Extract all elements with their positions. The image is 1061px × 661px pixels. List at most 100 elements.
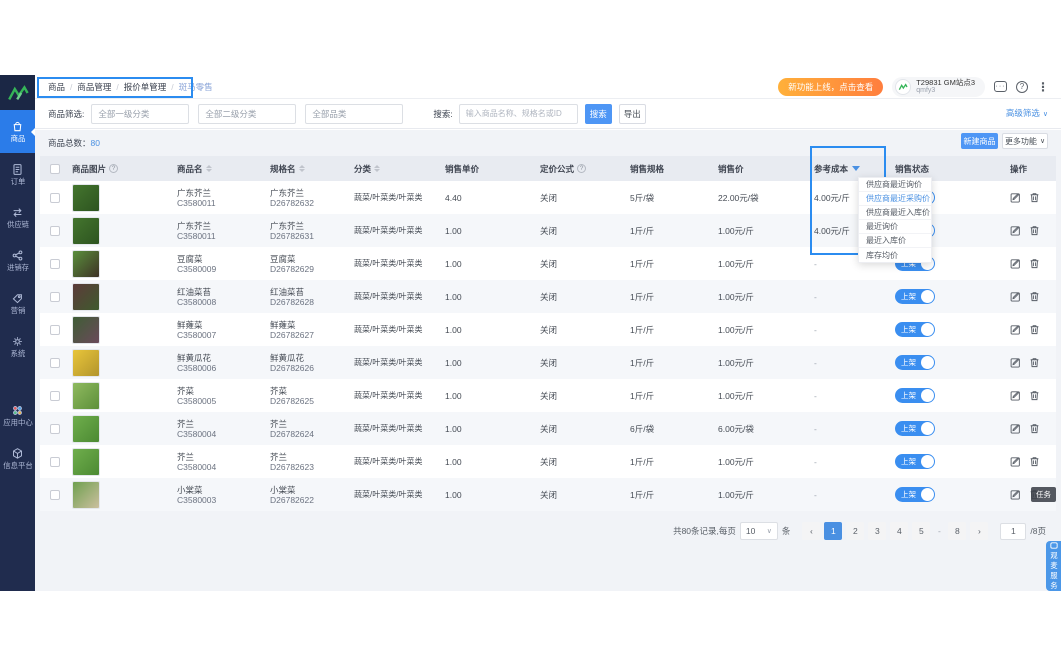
trash-icon[interactable] bbox=[1029, 390, 1040, 401]
sort-arrows-icon[interactable] bbox=[299, 165, 305, 172]
dropdown-item[interactable]: 供应商最近入库价 bbox=[859, 206, 931, 220]
product-image[interactable] bbox=[72, 481, 100, 509]
trash-icon[interactable] bbox=[1029, 192, 1040, 203]
status-toggle[interactable]: 上架 bbox=[895, 487, 935, 502]
prev-page-button[interactable]: ‹ bbox=[802, 522, 820, 540]
product-image[interactable] bbox=[72, 250, 100, 278]
breadcrumb-item[interactable]: 商品管理 bbox=[77, 81, 111, 93]
row-checkbox[interactable] bbox=[50, 490, 60, 500]
dropdown-item[interactable]: 最近入库价 bbox=[859, 234, 931, 248]
advanced-filter-link[interactable]: 高级筛选∨ bbox=[1006, 107, 1048, 119]
status-toggle[interactable]: 上架 bbox=[895, 421, 935, 436]
app-logo[interactable] bbox=[0, 75, 35, 110]
row-checkbox[interactable] bbox=[50, 226, 60, 236]
sidebar-item-goods[interactable]: 商品 bbox=[0, 110, 35, 153]
breadcrumb-item[interactable]: 商品 bbox=[48, 81, 65, 93]
triangle-down-icon[interactable] bbox=[852, 166, 860, 171]
sidebar-item-inventory[interactable]: 进销存 bbox=[0, 239, 35, 282]
edit-icon[interactable] bbox=[1010, 456, 1021, 467]
account-menu[interactable]: T29831 GM站点3 qmfy3 bbox=[892, 77, 985, 97]
edit-icon[interactable] bbox=[1010, 192, 1021, 203]
trash-icon[interactable] bbox=[1029, 225, 1040, 236]
trash-icon[interactable] bbox=[1029, 357, 1040, 368]
spec-name: 广东芥兰 bbox=[270, 221, 304, 231]
edit-icon[interactable] bbox=[1010, 357, 1021, 368]
page-size-select[interactable]: 10∨ bbox=[740, 522, 778, 540]
category-level1-select[interactable]: 全部一级分类 bbox=[91, 104, 189, 124]
row-checkbox[interactable] bbox=[50, 325, 60, 335]
edit-icon[interactable] bbox=[1010, 324, 1021, 335]
product-image[interactable] bbox=[72, 349, 100, 377]
product-image[interactable] bbox=[72, 448, 100, 476]
trash-icon[interactable] bbox=[1029, 456, 1040, 467]
category-select[interactable]: 全部品类 bbox=[305, 104, 403, 124]
task-tag[interactable]: 任务 bbox=[1031, 487, 1056, 502]
edit-icon[interactable] bbox=[1010, 258, 1021, 269]
spec-code: D26782622 bbox=[270, 495, 314, 505]
page-button[interactable]: 5 bbox=[912, 522, 930, 540]
question-circle-icon[interactable]: ? bbox=[109, 164, 118, 173]
edit-icon[interactable] bbox=[1010, 291, 1021, 302]
edit-icon[interactable] bbox=[1010, 390, 1021, 401]
kebab-menu-icon[interactable]: ⋮ bbox=[1037, 80, 1049, 94]
sidebar-item-system[interactable]: 系统 bbox=[0, 325, 35, 368]
search-input[interactable] bbox=[459, 104, 578, 124]
trash-icon[interactable] bbox=[1029, 291, 1040, 302]
new-feature-badge[interactable]: 新功能上线，点击查看 bbox=[778, 78, 883, 96]
row-checkbox[interactable] bbox=[50, 193, 60, 203]
status-toggle[interactable]: 上架 bbox=[895, 289, 935, 304]
help-icon[interactable]: ? bbox=[1016, 81, 1028, 93]
row-checkbox[interactable] bbox=[50, 457, 60, 467]
page-button[interactable]: 1 bbox=[824, 522, 842, 540]
select-all-checkbox[interactable] bbox=[50, 164, 60, 174]
product-image[interactable] bbox=[72, 415, 100, 443]
breadcrumb-item[interactable]: 斑马零售 bbox=[179, 81, 213, 93]
question-circle-icon[interactable]: ? bbox=[577, 164, 586, 173]
dropdown-item[interactable]: 最近询价 bbox=[859, 220, 931, 234]
edit-icon[interactable] bbox=[1010, 225, 1021, 236]
product-image[interactable] bbox=[72, 217, 100, 245]
product-image[interactable] bbox=[72, 283, 100, 311]
breadcrumb-item[interactable]: 报价单管理 bbox=[124, 81, 167, 93]
sidebar-item-supply-chain[interactable]: 供应链 bbox=[0, 196, 35, 239]
edit-icon[interactable] bbox=[1010, 423, 1021, 434]
row-checkbox[interactable] bbox=[50, 292, 60, 302]
row-checkbox[interactable] bbox=[50, 424, 60, 434]
product-image[interactable] bbox=[72, 316, 100, 344]
status-toggle[interactable]: 上架 bbox=[895, 454, 935, 469]
status-toggle[interactable]: 上架 bbox=[895, 322, 935, 337]
service-tab[interactable]: 观麦服务 bbox=[1046, 541, 1061, 591]
row-checkbox[interactable] bbox=[50, 391, 60, 401]
sidebar-item-info-platform[interactable]: 信息平台 bbox=[0, 437, 35, 480]
status-toggle[interactable]: 上架 bbox=[895, 388, 935, 403]
trash-icon[interactable] bbox=[1029, 258, 1040, 269]
sort-arrows-icon[interactable] bbox=[206, 165, 212, 172]
dropdown-item[interactable]: 库存均价 bbox=[859, 248, 931, 262]
more-functions-button[interactable]: 更多功能∨ bbox=[1002, 133, 1048, 149]
search-button[interactable]: 搜索 bbox=[585, 104, 612, 124]
edit-icon[interactable] bbox=[1010, 489, 1021, 500]
product-image[interactable] bbox=[72, 382, 100, 410]
sidebar-item-marketing[interactable]: 营销 bbox=[0, 282, 35, 325]
product-image[interactable] bbox=[72, 184, 100, 212]
dropdown-item[interactable]: 供应商最近询价 bbox=[859, 178, 931, 192]
page-button[interactable]: 2 bbox=[846, 522, 864, 540]
page-jump-input[interactable] bbox=[1000, 523, 1026, 540]
status-toggle[interactable]: 上架 bbox=[895, 355, 935, 370]
row-checkbox[interactable] bbox=[50, 358, 60, 368]
sort-arrows-icon[interactable] bbox=[374, 165, 380, 172]
page-button[interactable]: 3 bbox=[868, 522, 886, 540]
trash-icon[interactable] bbox=[1029, 324, 1040, 335]
row-checkbox[interactable] bbox=[50, 259, 60, 269]
export-button[interactable]: 导出 bbox=[619, 104, 646, 124]
dropdown-item[interactable]: 供应商最近采购价 bbox=[859, 192, 931, 206]
page-button[interactable]: 4 bbox=[890, 522, 908, 540]
category-level2-select[interactable]: 全部二级分类 bbox=[198, 104, 296, 124]
sidebar-item-orders[interactable]: 订单 bbox=[0, 153, 35, 196]
sidebar-item-app-center[interactable]: 应用中心 bbox=[0, 394, 35, 437]
feedback-icon[interactable]: ··· bbox=[994, 81, 1007, 92]
page-button[interactable]: 8 bbox=[948, 522, 966, 540]
next-page-button[interactable]: › bbox=[970, 522, 988, 540]
create-product-button[interactable]: 新建商品 bbox=[961, 133, 998, 149]
trash-icon[interactable] bbox=[1029, 423, 1040, 434]
